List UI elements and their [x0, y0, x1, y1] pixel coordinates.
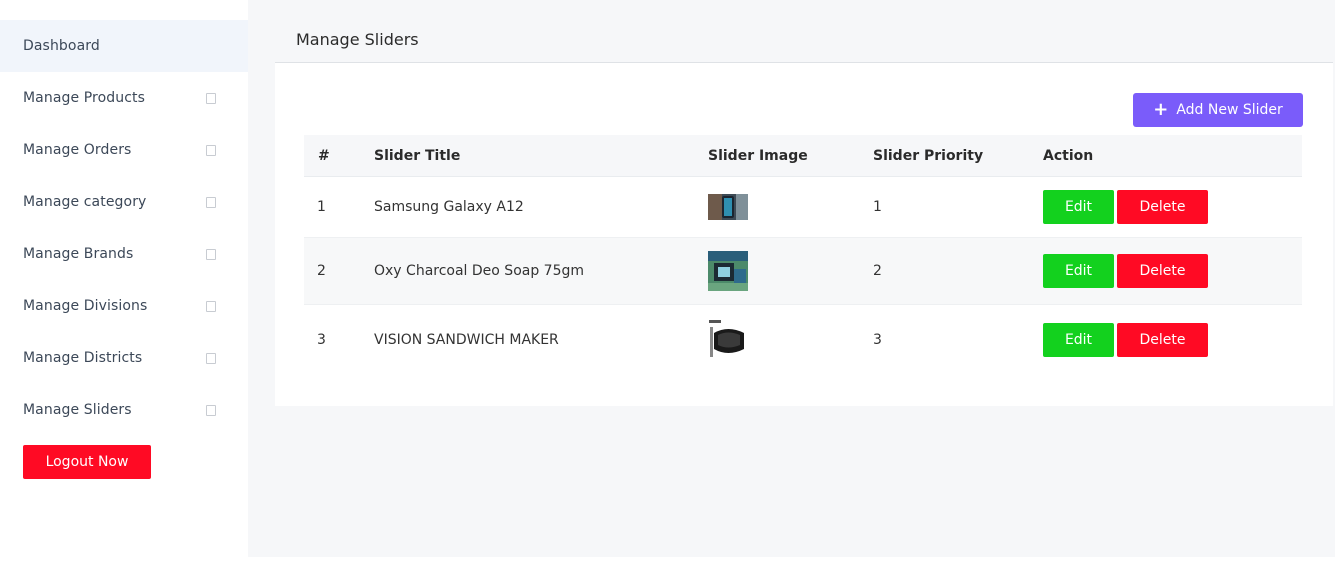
table-row: 1 Samsung Galaxy A12 1 Edit Delete	[304, 177, 1302, 238]
table-row: 2 Oxy Charcoal Deo Soap 75gm 2 Edit Dele…	[304, 238, 1302, 305]
delete-button[interactable]: Delete	[1117, 323, 1208, 357]
slider-thumbnail-image	[708, 251, 748, 291]
column-header-index: #	[318, 148, 330, 164]
slider-thumbnail-image	[708, 194, 748, 220]
sidebar-item-label: Manage Divisions	[23, 298, 148, 314]
row-priority: 2	[873, 263, 882, 279]
table-row: 3 VISION SANDWICH MAKER 3 Edit Delete	[304, 305, 1302, 375]
column-header-title: Slider Title	[374, 148, 461, 164]
row-priority: 3	[873, 332, 882, 348]
row-title: VISION SANDWICH MAKER	[374, 332, 559, 348]
column-header-priority: Slider Priority	[873, 148, 984, 164]
sidebar-item-label: Manage Sliders	[23, 402, 132, 418]
slider-thumbnail-image	[708, 319, 748, 359]
sidebar-item-manage-divisions[interactable]: Manage Divisions	[0, 280, 248, 332]
sidebar-item-label: Manage Orders	[23, 142, 132, 158]
row-index: 2	[317, 263, 326, 279]
page-title: Manage Sliders	[296, 29, 419, 49]
sidebar-item-label: Dashboard	[23, 38, 100, 54]
bottom-strip	[248, 557, 1335, 567]
plus-icon: +	[1153, 99, 1169, 120]
sidebar-item-manage-category[interactable]: Manage category	[0, 176, 248, 228]
row-priority: 1	[873, 199, 882, 215]
sidebar: Dashboard Manage Products Manage Orders …	[0, 0, 248, 567]
sidebar-item-dashboard[interactable]: Dashboard	[0, 20, 248, 72]
row-title: Samsung Galaxy A12	[374, 199, 524, 215]
sidebar-item-label: Manage Districts	[23, 350, 143, 366]
chevron-placeholder-icon	[206, 197, 216, 208]
chevron-placeholder-icon	[206, 405, 216, 416]
sidebar-item-label: Manage category	[23, 194, 147, 210]
column-header-image: Slider Image	[708, 148, 808, 164]
row-index: 3	[317, 332, 326, 348]
chevron-placeholder-icon	[206, 249, 216, 260]
delete-button[interactable]: Delete	[1117, 190, 1208, 224]
table-header: # Slider Title Slider Image Slider Prior…	[304, 135, 1302, 177]
chevron-placeholder-icon	[206, 145, 216, 156]
add-new-slider-label: Add New Slider	[1176, 102, 1283, 118]
add-new-slider-button[interactable]: + Add New Slider	[1133, 93, 1303, 127]
sliders-card: Manage Sliders + Add New Slider # Slider…	[275, 16, 1333, 406]
card-header: Manage Sliders	[275, 16, 1333, 63]
logout-button[interactable]: Logout Now	[23, 445, 151, 479]
sidebar-item-manage-districts[interactable]: Manage Districts	[0, 332, 248, 384]
chevron-placeholder-icon	[206, 353, 216, 364]
row-index: 1	[317, 199, 326, 215]
chevron-placeholder-icon	[206, 93, 216, 104]
sidebar-item-manage-orders[interactable]: Manage Orders	[0, 124, 248, 176]
sidebar-item-manage-sliders[interactable]: Manage Sliders	[0, 384, 248, 436]
row-title: Oxy Charcoal Deo Soap 75gm	[374, 263, 585, 279]
sidebar-item-label: Manage Brands	[23, 246, 134, 262]
edit-button[interactable]: Edit	[1043, 254, 1114, 288]
sidebar-item-label: Manage Products	[23, 90, 146, 106]
sidebar-item-manage-brands[interactable]: Manage Brands	[0, 228, 248, 280]
delete-button[interactable]: Delete	[1117, 254, 1208, 288]
edit-button[interactable]: Edit	[1043, 323, 1114, 357]
sidebar-item-manage-products[interactable]: Manage Products	[0, 72, 248, 124]
chevron-placeholder-icon	[206, 301, 216, 312]
edit-button[interactable]: Edit	[1043, 190, 1114, 224]
column-header-action: Action	[1043, 148, 1094, 164]
